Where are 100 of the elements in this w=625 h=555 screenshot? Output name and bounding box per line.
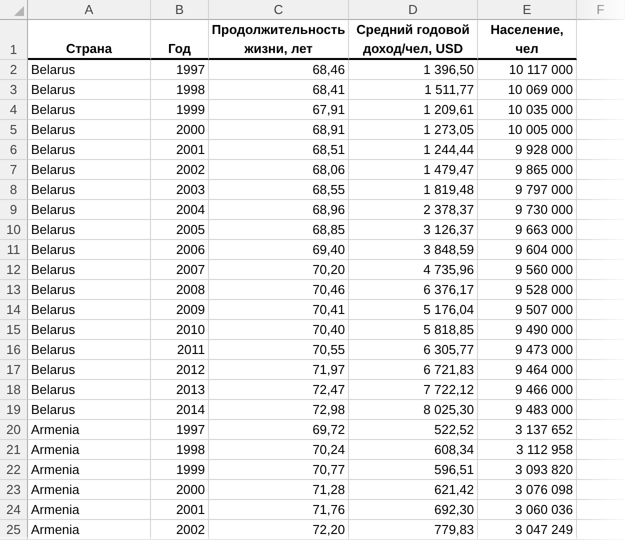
table-cell: Belarus <box>28 60 151 80</box>
table-cell: 3 076 098 <box>478 480 577 500</box>
table-cell: 67,91 <box>209 100 349 120</box>
table-cell: 2000 <box>151 120 209 140</box>
table-cell: 1999 <box>151 100 209 120</box>
table-cell: 9 797 000 <box>478 180 577 200</box>
table-cell: 9 928 000 <box>478 140 577 160</box>
column-header[interactable]: D <box>349 0 478 20</box>
table-cell: 1998 <box>151 440 209 460</box>
row-header[interactable]: 7 <box>0 160 28 180</box>
table-cell: 1998 <box>151 80 209 100</box>
row-header[interactable]: 14 <box>0 300 28 320</box>
row-header[interactable]: 19 <box>0 400 28 420</box>
table-cell: 9 730 000 <box>478 200 577 220</box>
table-cell: 2007 <box>151 260 209 280</box>
table-cell: 1 511,77 <box>349 80 478 100</box>
table-cell: 68,85 <box>209 220 349 240</box>
table-cell: Belarus <box>28 220 151 240</box>
table-cell: 621,42 <box>349 480 478 500</box>
table-cell: 9 490 000 <box>478 320 577 340</box>
table-cell: 70,55 <box>209 340 349 360</box>
row-header[interactable]: 10 <box>0 220 28 240</box>
table-cell: 1 273,05 <box>349 120 478 140</box>
table-cell: 69,72 <box>209 420 349 440</box>
header-cell-text: Население, чел <box>489 21 565 58</box>
table-cell: Belarus <box>28 400 151 420</box>
row-header[interactable]: 17 <box>0 360 28 380</box>
column-header[interactable]: E <box>478 0 577 20</box>
row-header[interactable]: 3 <box>0 80 28 100</box>
table-cell: 1999 <box>151 460 209 480</box>
table-cell: 70,41 <box>209 300 349 320</box>
table-cell: 1997 <box>151 60 209 80</box>
table-cell: Belarus <box>28 240 151 260</box>
row-header[interactable]: 21 <box>0 440 28 460</box>
table-cell: Belarus <box>28 360 151 380</box>
column-header[interactable]: C <box>209 0 349 20</box>
table-cell: 2012 <box>151 360 209 380</box>
table-cell: 2005 <box>151 220 209 240</box>
table-cell: 5 818,85 <box>349 320 478 340</box>
table-cell: 2011 <box>151 340 209 360</box>
row-header[interactable]: 18 <box>0 380 28 400</box>
row-header[interactable]: 4 <box>0 100 28 120</box>
table-cell: Armenia <box>28 420 151 440</box>
table-cell: 1 209,61 <box>349 100 478 120</box>
row-header[interactable]: 15 <box>0 320 28 340</box>
row-header[interactable]: 2 <box>0 60 28 80</box>
row-header[interactable]: 9 <box>0 200 28 220</box>
table-cell: 70,46 <box>209 280 349 300</box>
table-cell: 3 093 820 <box>478 460 577 480</box>
row-header[interactable]: 16 <box>0 340 28 360</box>
table-cell: 72,20 <box>209 520 349 540</box>
row-header[interactable]: 12 <box>0 260 28 280</box>
table-cell: Belarus <box>28 160 151 180</box>
table-cell: 6 721,83 <box>349 360 478 380</box>
table-cell: 2 378,37 <box>349 200 478 220</box>
row-header[interactable]: 11 <box>0 240 28 260</box>
table-cell: 71,28 <box>209 480 349 500</box>
table-cell: 10 117 000 <box>478 60 577 80</box>
table-cell: 72,98 <box>209 400 349 420</box>
table-cell: 2014 <box>151 400 209 420</box>
table-cell: 70,77 <box>209 460 349 480</box>
table-cell: 8 025,30 <box>349 400 478 420</box>
table-cell: Armenia <box>28 500 151 520</box>
row-header[interactable]: 24 <box>0 500 28 520</box>
table-cell: Belarus <box>28 120 151 140</box>
table-cell: 2000 <box>151 480 209 500</box>
table-cell: 1 819,48 <box>349 180 478 200</box>
table-cell: Belarus <box>28 100 151 120</box>
table-cell: 692,30 <box>349 500 478 520</box>
table-cell: Belarus <box>28 320 151 340</box>
row-header[interactable]: 8 <box>0 180 28 200</box>
table-cell: 4 735,96 <box>349 260 478 280</box>
column-header[interactable]: B <box>151 0 209 20</box>
table-cell: 2006 <box>151 240 209 260</box>
row-header[interactable]: 22 <box>0 460 28 480</box>
table-cell: 7 722,12 <box>349 380 478 400</box>
select-all-icon[interactable] <box>14 6 24 16</box>
table-cell: 9 464 000 <box>478 360 577 380</box>
row-header[interactable]: 20 <box>0 420 28 440</box>
table-cell: 608,34 <box>349 440 478 460</box>
table-cell: Armenia <box>28 480 151 500</box>
table-cell: 9 473 000 <box>478 340 577 360</box>
row-header[interactable]: 5 <box>0 120 28 140</box>
row-header[interactable]: 1 <box>0 20 28 60</box>
table-cell: 2009 <box>151 300 209 320</box>
table-cell: 68,96 <box>209 200 349 220</box>
table-cell: 1 396,50 <box>349 60 478 80</box>
row-header[interactable]: 23 <box>0 480 28 500</box>
table-cell: 9 560 000 <box>478 260 577 280</box>
row-header[interactable]: 6 <box>0 140 28 160</box>
table-cell: 2008 <box>151 280 209 300</box>
table-cell: 1997 <box>151 420 209 440</box>
table-cell: 9 865 000 <box>478 160 577 180</box>
row-header[interactable]: 25 <box>0 520 28 540</box>
table-cell: 70,40 <box>209 320 349 340</box>
column-header[interactable]: A <box>28 0 151 20</box>
table-cell: 6 376,17 <box>349 280 478 300</box>
header-cell-text: Средний годовой доход/чел, USD <box>355 21 471 58</box>
row-header[interactable]: 13 <box>0 280 28 300</box>
table-cell: 3 060 036 <box>478 500 577 520</box>
